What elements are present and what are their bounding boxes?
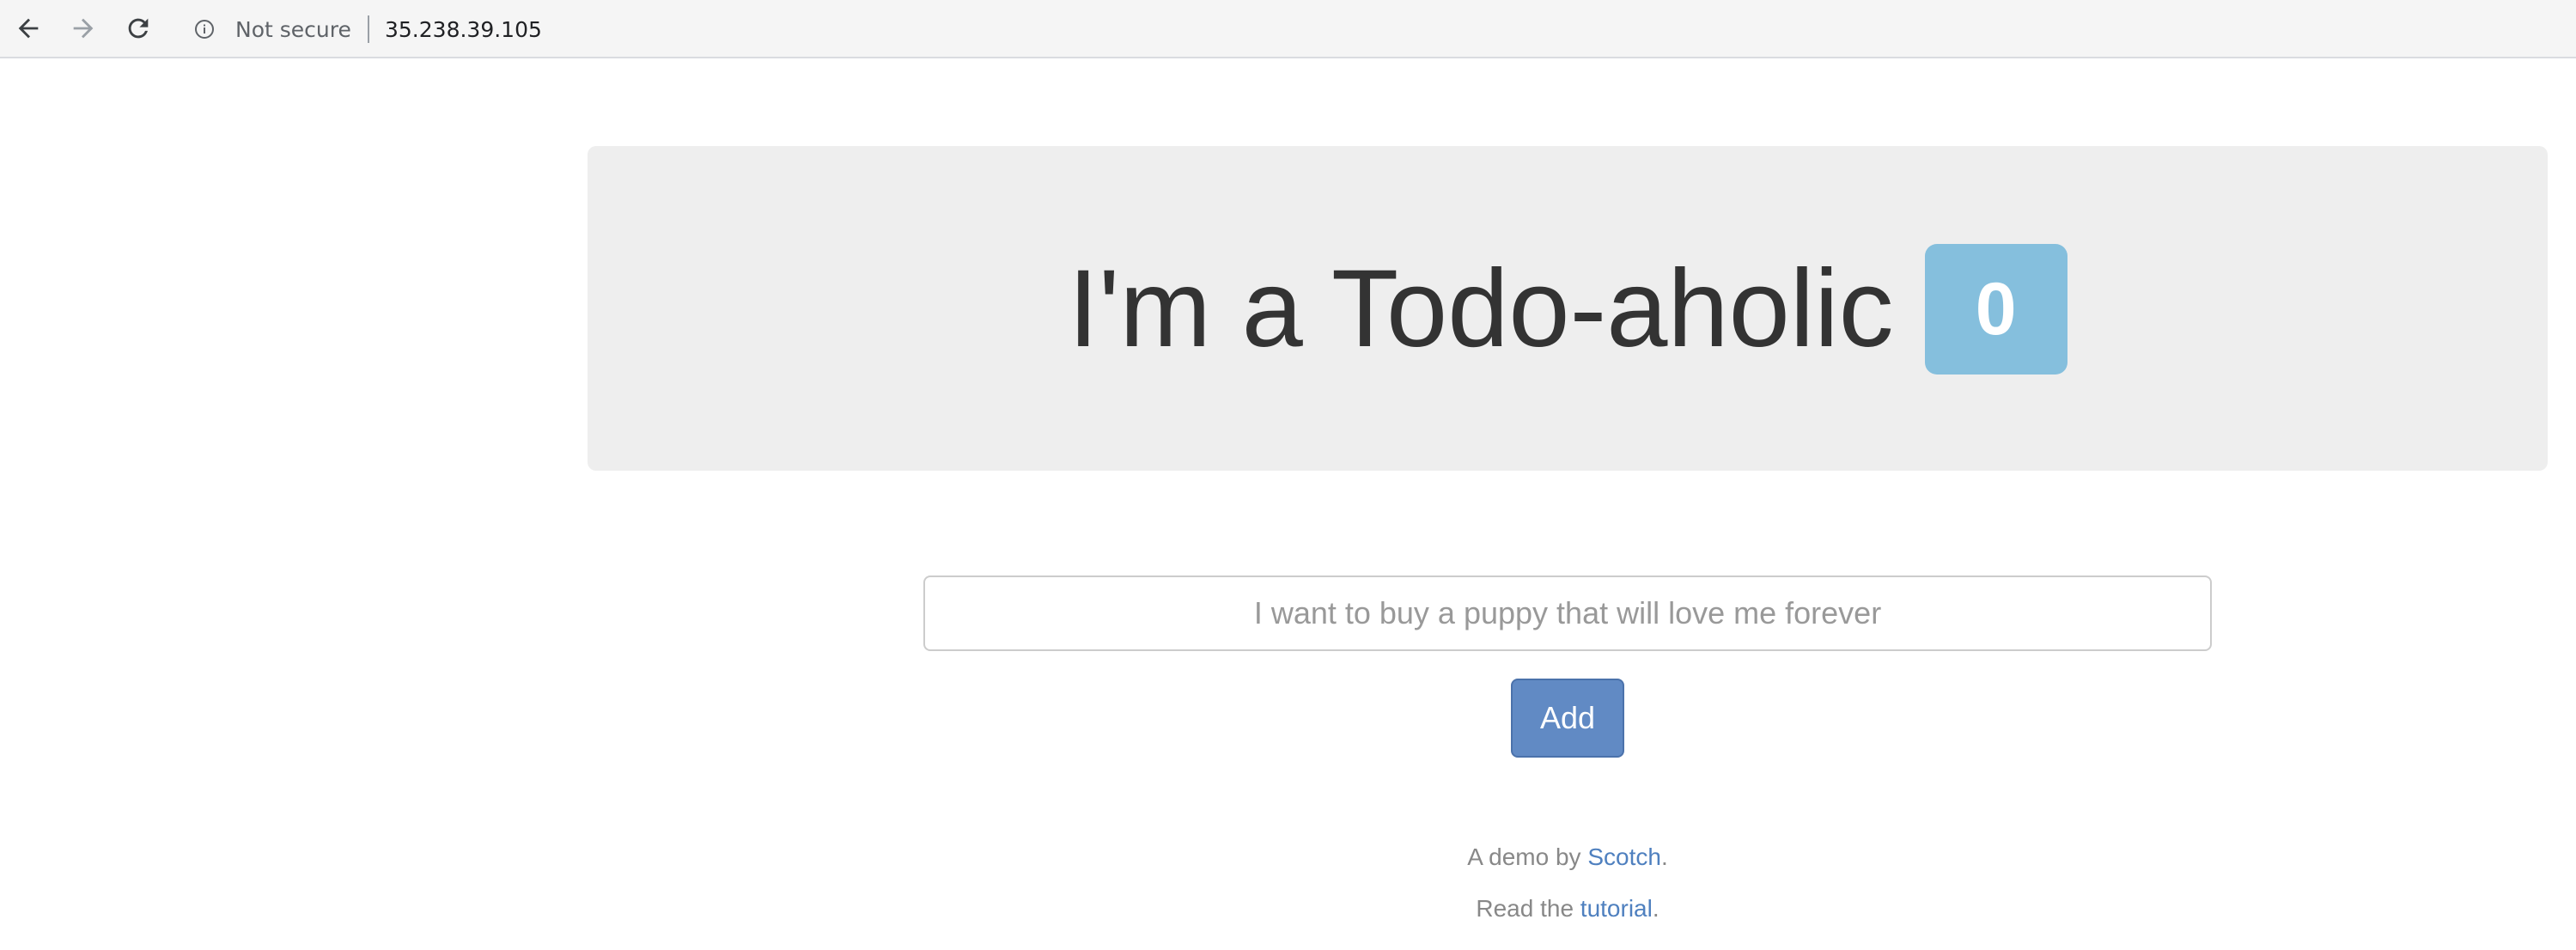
reload-button[interactable]: [117, 7, 160, 50]
footer-tutorial-line: Read the tutorial.: [0, 895, 2576, 923]
forward-button[interactable]: [62, 7, 105, 50]
footer-read-suffix: .: [1652, 895, 1659, 922]
address-bar-divider: [368, 15, 369, 43]
info-icon[interactable]: [194, 19, 215, 40]
scotch-link[interactable]: Scotch: [1587, 843, 1661, 870]
footer-demo-suffix: .: [1660, 843, 1668, 870]
browser-toolbar: Not secure 35.238.39.105: [0, 0, 2576, 58]
footer-demo-credit: A demo by Scotch.: [0, 843, 2576, 871]
page-title: I'm a Todo-aholic: [1068, 247, 1894, 370]
arrow-right-icon: [73, 18, 94, 39]
reload-icon: [128, 18, 149, 39]
page-heading: I'm a Todo-aholic 0: [588, 244, 2548, 375]
jumbotron: I'm a Todo-aholic 0: [588, 146, 2548, 471]
footer-demo-prefix: A demo by: [1467, 843, 1588, 870]
security-status-label[interactable]: Not secure: [235, 17, 351, 42]
todo-count-badge: 0: [1924, 244, 2067, 375]
url-text[interactable]: 35.238.39.105: [385, 17, 542, 42]
todo-input[interactable]: [923, 575, 2212, 651]
arrow-left-icon: [18, 18, 39, 39]
address-bar[interactable]: Not secure 35.238.39.105: [177, 7, 1208, 52]
back-button[interactable]: [7, 7, 50, 50]
tutorial-link[interactable]: tutorial: [1580, 895, 1653, 922]
footer-read-prefix: Read the: [1476, 895, 1580, 922]
add-button[interactable]: Add: [1511, 679, 1624, 758]
